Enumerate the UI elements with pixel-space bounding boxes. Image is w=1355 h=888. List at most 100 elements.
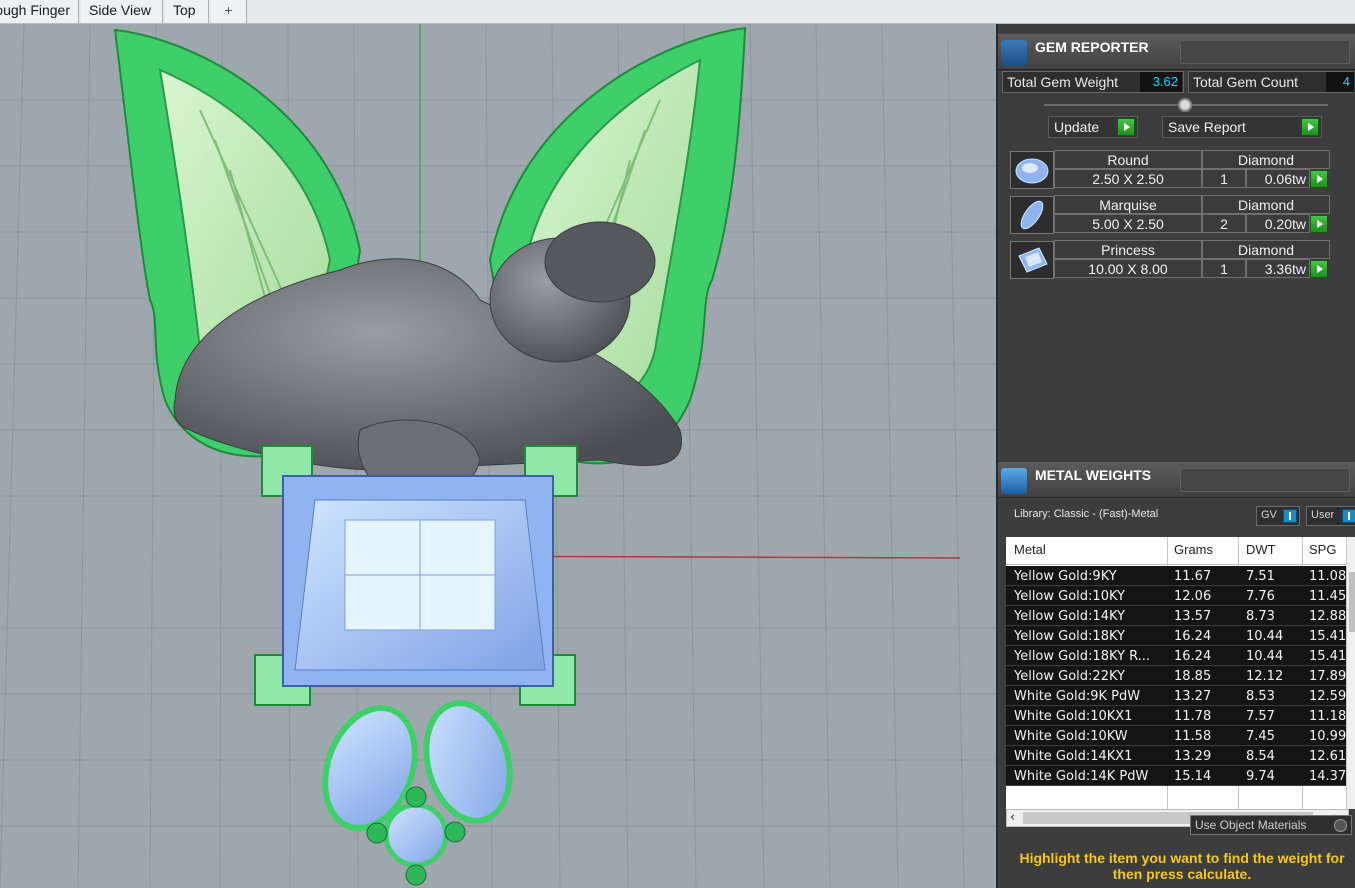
cell-metal: Yellow Gold:10KY bbox=[1014, 589, 1125, 604]
tab-side-view[interactable]: Side View bbox=[81, 0, 163, 23]
cell-dwt: 10.44 bbox=[1246, 629, 1284, 644]
hint-text: Highlight the item you want to find the … bbox=[1019, 850, 1345, 882]
cell-grams: 11.67 bbox=[1174, 569, 1212, 584]
cell-metal: White Gold:14KX1 bbox=[1014, 749, 1133, 764]
cell-dwt: 8.53 bbox=[1246, 689, 1275, 704]
gem-weight: 3.36tw bbox=[1246, 259, 1310, 278]
table-row[interactable]: Yellow Gold:14KY 13.57 8.73 12.88 bbox=[1006, 606, 1346, 626]
table-row[interactable]: Yellow Gold:18KY 16.24 10.44 15.41 bbox=[1006, 626, 1346, 646]
cell-spg: 11.08 bbox=[1309, 569, 1347, 584]
gem-material: Diamond bbox=[1202, 195, 1330, 214]
header-divider bbox=[1180, 40, 1350, 64]
header-divider bbox=[1180, 468, 1350, 492]
table-row[interactable]: Yellow Gold:22KY 18.85 12.12 17.89 bbox=[1006, 666, 1346, 686]
cell-metal: Yellow Gold:18KY bbox=[1014, 629, 1125, 644]
save-report-button[interactable]: Save Report bbox=[1162, 116, 1322, 138]
gem-detail-button[interactable] bbox=[1310, 170, 1328, 188]
round-gem-icon bbox=[1010, 151, 1054, 189]
col-metal[interactable]: Metal bbox=[1014, 542, 1046, 557]
gem-weight: 0.20tw bbox=[1246, 214, 1310, 233]
cell-metal: Yellow Gold:14KY bbox=[1014, 609, 1125, 624]
cell-grams: 11.58 bbox=[1174, 729, 1212, 744]
cell-grams: 15.14 bbox=[1174, 769, 1212, 784]
col-spg[interactable]: SPG bbox=[1309, 542, 1336, 557]
size-slider-knob[interactable] bbox=[1178, 98, 1192, 112]
flask-icon bbox=[1001, 468, 1027, 494]
cell-dwt: 10.44 bbox=[1246, 649, 1284, 664]
3d-viewport[interactable] bbox=[0, 24, 996, 888]
cell-grams: 13.57 bbox=[1174, 609, 1212, 624]
gem-shape: Marquise bbox=[1054, 195, 1202, 214]
gem-qty: 1 bbox=[1202, 259, 1246, 278]
gem-qty: 2 bbox=[1202, 214, 1246, 233]
cell-dwt: 7.51 bbox=[1246, 569, 1275, 584]
table-row[interactable]: White Gold:14KX1 13.29 8.54 12.61 bbox=[1006, 746, 1346, 766]
cell-spg: 12.59 bbox=[1309, 689, 1347, 704]
table-row[interactable]: Yellow Gold:9KY 11.67 7.51 11.08 bbox=[1006, 566, 1346, 586]
play-icon bbox=[1117, 118, 1135, 136]
plus-icon: + bbox=[224, 2, 233, 18]
add-tab-button[interactable]: + bbox=[211, 0, 247, 23]
gem-shape: Round bbox=[1054, 150, 1202, 169]
cell-spg: 11.18 bbox=[1309, 709, 1347, 724]
total-gem-count-value: 4 bbox=[1326, 72, 1354, 92]
table-row[interactable]: Yellow Gold:18KY R... 16.24 10.44 15.41 bbox=[1006, 646, 1346, 666]
gem-detail-button[interactable] bbox=[1310, 260, 1328, 278]
gem-row-marquise[interactable]: Marquise Diamond 5.00 X 2.50 2 0.20tw bbox=[1008, 193, 1334, 238]
gv-label: GV bbox=[1261, 509, 1277, 521]
cell-dwt: 8.54 bbox=[1246, 749, 1275, 764]
col-dwt[interactable]: DWT bbox=[1246, 542, 1276, 557]
play-icon bbox=[1301, 118, 1319, 136]
gem-totals: Total Gem Weight 3.62 Total Gem Count 4 bbox=[1002, 71, 1354, 94]
gem-reporter-header[interactable]: GEM REPORTER bbox=[998, 34, 1355, 70]
vertical-scrollbar[interactable] bbox=[1346, 537, 1355, 809]
cell-grams: 18.85 bbox=[1174, 669, 1212, 684]
cell-dwt: 9.74 bbox=[1246, 769, 1275, 784]
table-row[interactable]: White Gold:10KW 11.58 7.45 10.99 bbox=[1006, 726, 1346, 746]
cell-grams: 16.24 bbox=[1174, 629, 1212, 644]
cell-dwt: 7.45 bbox=[1246, 729, 1275, 744]
table-row[interactable]: Yellow Gold:10KY 12.06 7.76 11.45 bbox=[1006, 586, 1346, 606]
library-label: Library: Classic - (Fast)-Metal bbox=[1014, 508, 1159, 520]
cell-dwt: 7.76 bbox=[1246, 589, 1275, 604]
metal-weights-header[interactable]: METAL WEIGHTS bbox=[998, 462, 1355, 498]
use-object-materials-label: Use Object Materials bbox=[1195, 818, 1307, 832]
cell-grams: 12.06 bbox=[1174, 589, 1212, 604]
cell-grams: 11.78 bbox=[1174, 709, 1212, 724]
user-label: User bbox=[1311, 509, 1335, 521]
col-grams[interactable]: Grams bbox=[1174, 542, 1213, 557]
gem-material: Diamond bbox=[1202, 240, 1330, 259]
user-toggle[interactable]: User bbox=[1306, 506, 1355, 526]
gem-shape: Princess bbox=[1054, 240, 1202, 259]
cell-spg: 15.41 bbox=[1309, 629, 1347, 644]
table-body: Yellow Gold:9KY 11.67 7.51 11.08 Yellow Gold… bbox=[1006, 566, 1346, 786]
radio-icon bbox=[1334, 819, 1347, 832]
update-label: Update bbox=[1054, 119, 1100, 135]
tab-label: Rough Finger bbox=[0, 2, 70, 18]
save-report-label: Save Report bbox=[1168, 119, 1246, 135]
cell-metal: Yellow Gold:18KY R... bbox=[1014, 649, 1151, 664]
tab-top[interactable]: Top bbox=[165, 0, 209, 23]
cell-grams: 16.24 bbox=[1174, 649, 1212, 664]
total-gem-weight-value: 3.62 bbox=[1140, 72, 1182, 92]
gv-toggle[interactable]: GV bbox=[1256, 506, 1300, 526]
table-row[interactable]: White Gold:10KX1 11.78 7.57 11.18 bbox=[1006, 706, 1346, 726]
scroll-left-icon[interactable]: ‹ bbox=[1010, 810, 1015, 825]
gem-material: Diamond bbox=[1202, 150, 1330, 169]
use-object-materials-toggle[interactable]: Use Object Materials bbox=[1190, 815, 1352, 835]
table-row[interactable]: White Gold:14K PdW 15.14 9.74 14.37 bbox=[1006, 766, 1346, 786]
gem-reporter-title: GEM REPORTER bbox=[1035, 39, 1149, 55]
scroll-thumb[interactable] bbox=[1349, 572, 1355, 632]
tab-rough-finger[interactable]: Rough Finger bbox=[0, 0, 79, 23]
gem-reporter-icon bbox=[1001, 40, 1027, 66]
table-row[interactable]: White Gold:9K PdW 13.27 8.53 12.59 bbox=[1006, 686, 1346, 706]
cell-grams: 13.29 bbox=[1174, 749, 1212, 764]
gem-detail-button[interactable] bbox=[1310, 215, 1328, 233]
update-button[interactable]: Update bbox=[1048, 116, 1138, 138]
gem-row-round[interactable]: Round Diamond 2.50 X 2.50 1 0.06tw bbox=[1008, 148, 1334, 193]
toggle-icon bbox=[1342, 509, 1355, 523]
cell-dwt: 7.57 bbox=[1246, 709, 1275, 724]
gem-row-princess[interactable]: Princess Diamond 10.00 X 8.00 1 3.36tw bbox=[1008, 238, 1334, 283]
tab-label: Side View bbox=[89, 2, 152, 18]
cell-metal: White Gold:10KW bbox=[1014, 729, 1128, 744]
